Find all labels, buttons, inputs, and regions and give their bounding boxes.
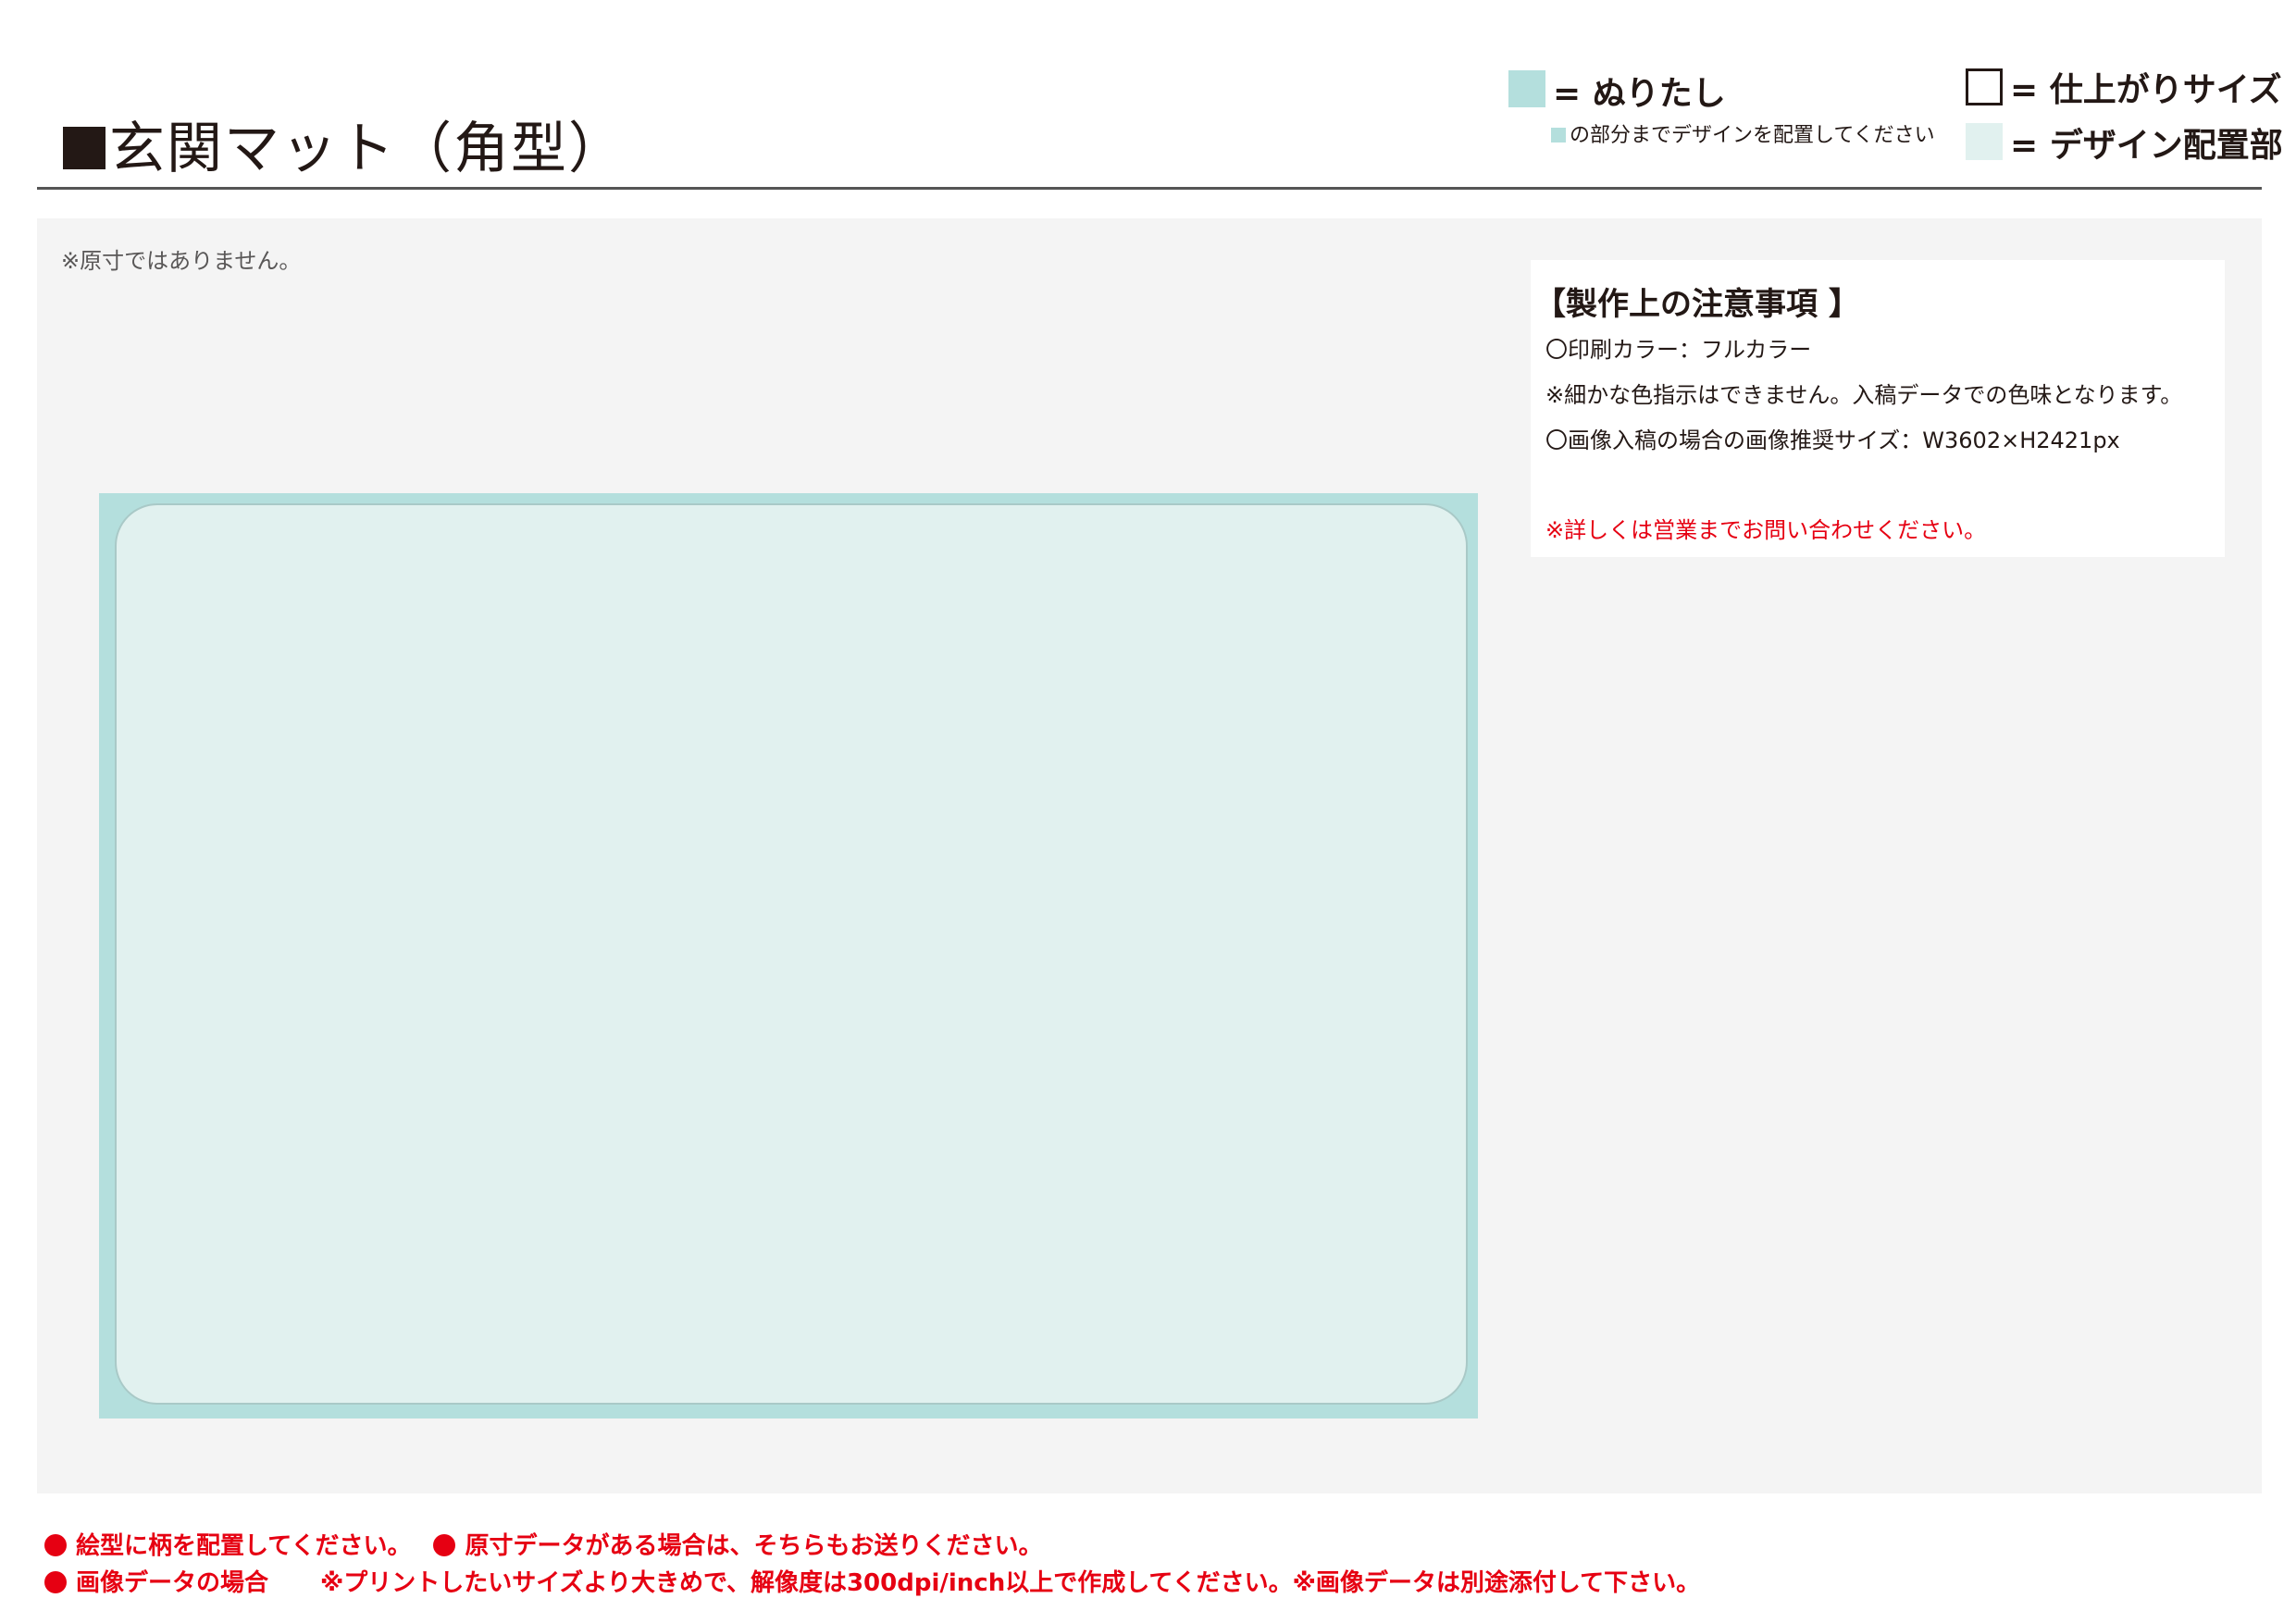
bleed-legend-note: の部分までデザインを配置してください — [1551, 118, 1935, 148]
design-area[interactable] — [115, 503, 1468, 1405]
bullet-dot-icon — [433, 1534, 456, 1556]
finish-size-legend-label: = 仕上がりサイズ — [2010, 71, 2282, 109]
footer-item-3-detail: ※プリントしたいサイズより大きめで、解像度は300dpi/inch以上で作成して… — [320, 1569, 1701, 1597]
footer-instructions-2: 画像データの場合 ※プリントしたいサイズより大きめで、解像度は300dpi/inc… — [44, 1564, 1700, 1598]
scale-note: ※原寸ではありません。 — [61, 248, 302, 274]
page-title: 玄関マット（角型） — [63, 104, 626, 184]
design-area-swatch-icon — [1966, 123, 2003, 160]
bleed-swatch-icon — [1508, 70, 1545, 107]
footer-item-2: 原寸データがある場合は、そちらもお送りください。 — [465, 1532, 1043, 1560]
header-divider — [37, 187, 2262, 190]
bleed-legend-label: = ぬりたし — [1553, 75, 1726, 113]
bleed-mini-swatch-icon — [1551, 128, 1566, 142]
bullet-dot-icon — [44, 1534, 67, 1556]
notes-image-size: 〇画像入稿の場合の画像推奨サイズ：W3602×H2421px — [1545, 427, 2120, 453]
template-page: 玄関マット（角型） = ぬりたし の部分までデザインを配置してください = 仕上… — [0, 0, 2296, 1623]
notes-color-warning: ※細かな色指示はできません。入稿データでの色味となります。 — [1545, 382, 2183, 408]
title-square-icon — [63, 127, 105, 169]
notes-contact: ※詳しくは営業までお問い合わせください。 — [1545, 517, 1987, 543]
footer-item-3: 画像データの場合 — [76, 1569, 269, 1597]
notes-print-color: 〇印刷カラー：フルカラー — [1545, 337, 1812, 363]
bullet-dot-icon — [44, 1571, 67, 1593]
bleed-legend-note-text: の部分までデザインを配置してください — [1570, 124, 1935, 147]
production-notes-title: 【製作上の注意事項 】 — [1534, 286, 1860, 323]
design-area-legend-label: = デザイン配置部 — [2010, 127, 2283, 165]
footer-item-1: 絵型に柄を配置してください。 — [76, 1532, 412, 1560]
footer-instructions-1: 絵型に柄を配置してください。 原寸データがある場合は、そちらもお送りください。 — [44, 1527, 1042, 1561]
page-title-text: 玄関マット（角型） — [109, 117, 626, 181]
finish-size-swatch-icon — [1966, 68, 2003, 105]
